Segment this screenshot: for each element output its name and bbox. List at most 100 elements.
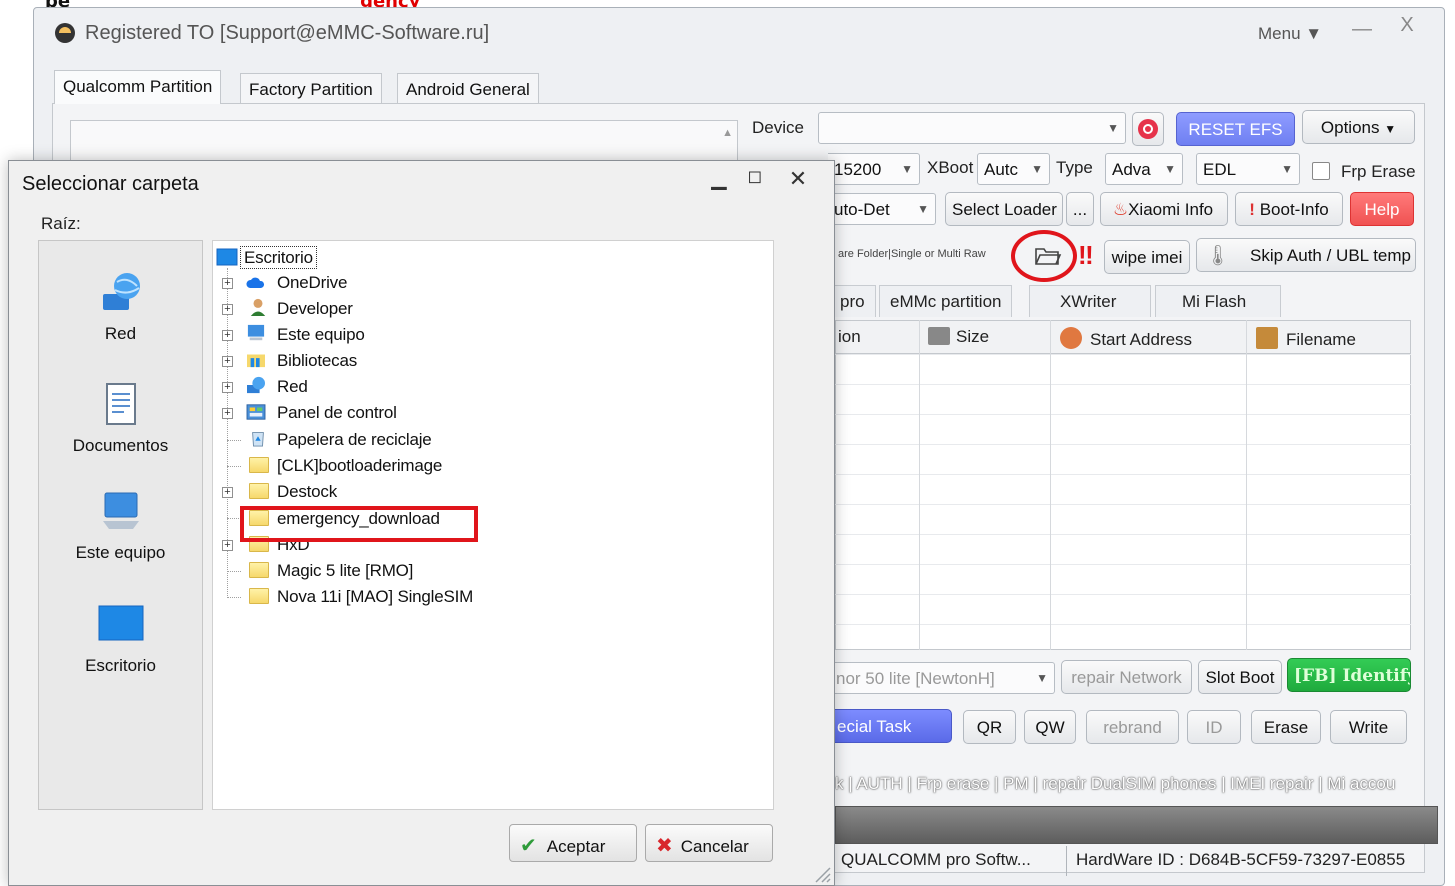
desktop-icon [98,605,143,641]
slot-boot-button[interactable]: Slot Boot [1198,660,1282,694]
device-select[interactable] [818,112,1126,144]
network-icon [247,376,265,394]
cancel-label: Cancelar [680,837,749,856]
tree-item-destock[interactable]: Destock [277,482,337,502]
recycle-bin-icon [252,432,264,447]
firmware-folder-hint: are Folder|Single or Multi Raw [838,248,986,260]
expand-icon[interactable]: + [222,304,233,315]
expand-icon[interactable]: + [222,278,233,289]
tree-root-escritorio[interactable]: Escritorio [240,246,317,269]
type-label: Type [1056,158,1093,177]
highlight-rectangle [240,506,478,542]
dialog-minimize-button[interactable]: ▁ [704,166,734,194]
expand-icon[interactable]: + [222,487,233,498]
expand-icon[interactable]: + [222,330,233,341]
column-header-filename[interactable]: Filename [1256,327,1356,350]
xiaomi-icon: ♨ [1112,200,1129,219]
tree-item-red[interactable]: Red [277,377,308,397]
browse-loader-button[interactable]: ... [1066,192,1094,226]
expand-icon[interactable]: + [222,408,233,419]
place-este-equipo[interactable]: Este equipo [38,487,203,563]
tree-item-developer[interactable]: Developer [277,299,353,319]
boot-info-label: Boot-Info [1259,200,1329,219]
tab-qualcomm-partition[interactable]: Qualcomm Partition [54,70,222,104]
app-logo-icon [55,23,75,43]
rebrand-button[interactable]: rebrand [1086,710,1179,744]
partition-table[interactable] [835,320,1411,650]
place-este-equipo-label: Este equipo [75,543,166,562]
file-box-icon [1256,327,1278,349]
tab-android-general[interactable]: Android General [397,73,539,104]
device-refresh-button[interactable] [1132,112,1164,146]
hdd-icon [928,327,950,345]
place-documentos[interactable]: Documentos [38,380,203,456]
column-header-size-label: Size [956,327,990,346]
expand-icon[interactable]: + [222,382,233,393]
subtab-pro[interactable]: pro [830,285,876,317]
qw-button[interactable]: QW [1024,710,1076,744]
xiaomi-info-button[interactable]: ♨Xiaomi Info [1100,192,1228,226]
tree-item-papelera[interactable]: Papelera de reciclaje [277,430,432,450]
tree-item-onedrive[interactable]: OneDrive [277,273,347,293]
subtab-mi-flash[interactable]: Mi Flash [1155,285,1282,317]
mode-select[interactable]: EDL [1196,153,1300,185]
folder-icon [249,457,269,473]
accept-button[interactable]: ✔ Aceptar [509,824,637,862]
select-loader-button[interactable]: Select Loader [945,192,1063,226]
repair-network-button[interactable]: repair Network [1061,660,1192,694]
reset-efs-button[interactable]: RESET EFS [1176,112,1295,146]
frp-erase-checkbox[interactable] [1312,162,1330,180]
options-button[interactable]: Options ▼ [1302,110,1415,144]
expand-icon[interactable]: + [222,356,233,367]
write-button[interactable]: Write [1330,710,1407,744]
close-button[interactable]: X [1392,14,1422,40]
tree-item-panel-de-control[interactable]: Panel de control [277,403,397,423]
thermometer-icon: 🌡 [1205,245,1231,267]
expand-icon[interactable]: + [222,540,233,551]
help-button[interactable]: Help [1350,192,1414,226]
dialog-maximize-button[interactable]: ◻ [740,166,770,194]
subtab-xwriter[interactable]: XWriter [1029,285,1152,317]
tree-item-clk-bootloaderimage[interactable]: [CLK]bootloaderimage [277,456,442,476]
computer-icon [247,324,265,341]
qr-button[interactable]: QR [963,710,1016,744]
tab-factory-partition[interactable]: Factory Partition [240,73,382,104]
resize-grip-icon[interactable] [810,862,832,884]
xboot-select[interactable]: Autc [977,153,1050,185]
record-icon [1138,119,1158,139]
subtab-emmc-partition[interactable]: eMMc partition [879,285,1013,317]
type-select[interactable]: Adva [1105,153,1183,185]
cancel-button[interactable]: ✖ Cancelar [645,824,773,862]
status-hardware-id: HardWare ID : D684B-5CF59-73297-E0855 [1076,850,1406,869]
highlight-circle [1011,230,1077,282]
menu-button[interactable]: Menu ▼ [1258,24,1322,44]
checkmark-icon: ✔ [520,835,537,857]
fb-identify-button[interactable]: [FB] Identify [1287,658,1411,692]
column-header-start-address[interactable]: Start Address [1060,327,1192,350]
skip-auth-label: Skip Auth / UBL temp [1250,246,1411,265]
id-button[interactable]: ID [1187,710,1241,744]
tree-item-nova-11i[interactable]: Nova 11i [MAO] SingleSIM [277,587,473,607]
column-header-partition[interactable]: ion [838,327,861,347]
erase-button[interactable]: Erase [1251,710,1321,744]
boot-info-button[interactable]: ! Boot-Info [1235,192,1343,226]
minimize-button[interactable]: — [1347,18,1377,44]
tree-item-bibliotecas[interactable]: Bibliotecas [277,351,357,371]
column-header-size[interactable]: Size [928,327,989,347]
tree-item-este-equipo[interactable]: Este equipo [277,325,365,345]
tree-item-magic-5-lite[interactable]: Magic 5 lite [RMO] [277,561,413,581]
network-globe-icon [102,273,140,310]
wipe-imei-button[interactable]: wipe imei [1104,240,1190,274]
skip-auth-button[interactable]: 🌡 Skip Auth / UBL temp [1196,238,1416,272]
root-label: Raíz: [41,214,81,233]
special-task-button[interactable]: ecial Task [830,709,952,743]
port-select[interactable]: 15200 [828,153,920,185]
computer-icon [102,492,139,529]
autodetect-select[interactable]: uto-Det [828,193,936,225]
model-select[interactable]: nor 50 lite [NewtonH] [830,662,1055,694]
place-escritorio[interactable]: Escritorio [38,600,203,676]
dialog-close-button[interactable]: ✕ [782,166,814,194]
scroll-up-icon[interactable]: ▲ [722,127,733,139]
place-red[interactable]: Red [38,268,203,344]
xiaomi-info-label: Xiaomi Info [1128,200,1214,219]
